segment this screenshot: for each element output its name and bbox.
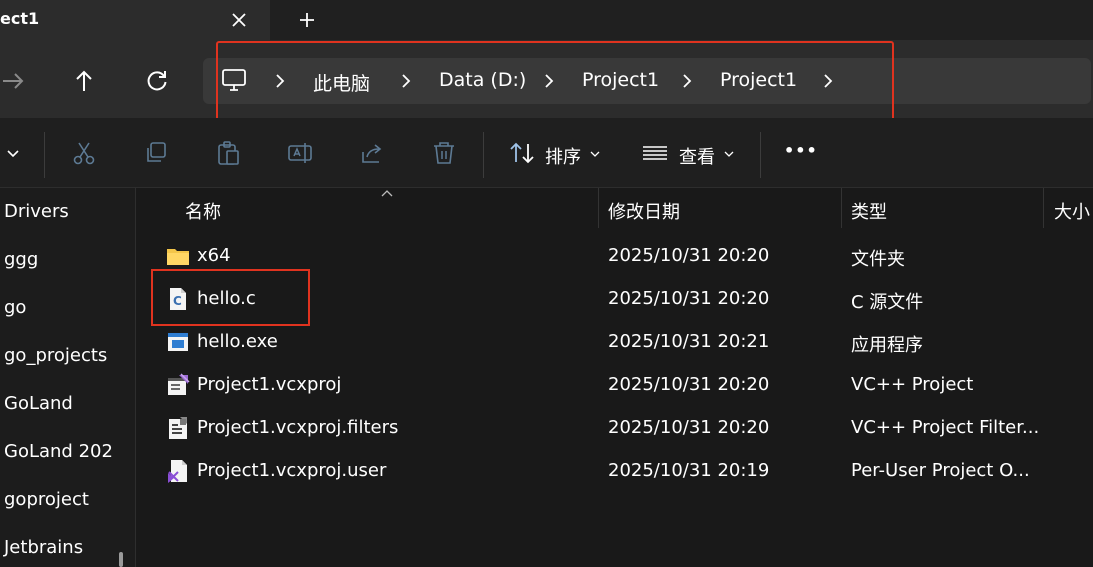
share-icon[interactable] (359, 140, 385, 166)
view-dropdown-chevron-icon[interactable] (724, 150, 734, 158)
file-type: 应用程序 (851, 335, 923, 356)
view-label[interactable]: 查看 (679, 143, 715, 169)
vcxproj-file-icon (166, 373, 190, 397)
new-tab-icon[interactable] (296, 9, 318, 31)
forward-arrow-icon[interactable] (0, 67, 28, 95)
sort-label[interactable]: 排序 (545, 143, 581, 169)
up-arrow-icon[interactable] (70, 67, 98, 95)
address-highlight-box (216, 41, 894, 121)
sidebar-item-go[interactable]: go (4, 297, 26, 318)
column-header-name[interactable]: 名称 (185, 198, 221, 224)
file-name[interactable]: Project1.vcxproj.user (197, 460, 386, 481)
sort-ascending-caret-icon (381, 189, 393, 197)
refresh-icon[interactable] (143, 67, 171, 95)
sidebar-item-goproject[interactable]: goproject (4, 489, 89, 510)
sidebar-item-drivers[interactable]: Drivers (4, 201, 69, 222)
view-list-icon[interactable] (642, 140, 668, 166)
sidebar-item-jetbrains[interactable]: Jetbrains (4, 537, 83, 558)
sidebar-item-ggg[interactable]: ggg (4, 249, 38, 270)
file-modified: 2025/10/31 20:21 (608, 331, 770, 352)
cut-icon[interactable] (71, 140, 97, 166)
column-divider[interactable] (1043, 188, 1044, 228)
file-modified: 2025/10/31 20:19 (608, 460, 770, 481)
file-modified: 2025/10/31 20:20 (608, 288, 770, 309)
close-tab-icon[interactable] (228, 9, 250, 31)
rename-icon[interactable] (287, 140, 313, 166)
sidebar-item-goland[interactable]: GoLand (4, 393, 73, 414)
more-options-button[interactable]: ••• (784, 141, 818, 160)
file-type: 文件夹 (851, 249, 905, 270)
file-modified: 2025/10/31 20:20 (608, 374, 770, 395)
copy-icon[interactable] (143, 140, 169, 166)
sort-dropdown-chevron-icon[interactable] (590, 150, 600, 158)
file-type: VC++ Project Filter... (851, 417, 1040, 438)
folder-icon (166, 244, 190, 268)
tab-title: ect1 (0, 9, 40, 28)
file-type: VC++ Project (851, 374, 974, 395)
toolbar-divider (44, 132, 45, 178)
filters-file-icon (166, 416, 190, 440)
toolbar-divider (483, 132, 484, 178)
sidebar-item-go-projects[interactable]: go_projects (4, 345, 107, 366)
toolbar-divider (760, 132, 761, 178)
column-header-type[interactable]: 类型 (851, 198, 887, 224)
file-modified: 2025/10/31 20:20 (608, 417, 770, 438)
sidebar-item-goland-202[interactable]: GoLand 202 (4, 441, 113, 462)
file-modified: 2025/10/31 20:20 (608, 245, 770, 266)
navigation-pane (0, 188, 136, 567)
exe-file-icon (166, 330, 190, 354)
column-header-size[interactable]: 大小 (1054, 198, 1090, 224)
sort-icon[interactable] (509, 140, 535, 166)
file-name[interactable]: x64 (197, 245, 231, 266)
delete-icon[interactable] (431, 140, 457, 166)
file-type: C 源文件 (851, 292, 924, 313)
column-header-modified[interactable]: 修改日期 (608, 198, 680, 224)
sidebar-scrollbar[interactable] (119, 552, 123, 567)
file-name[interactable]: Project1.vcxproj (197, 374, 341, 395)
paste-icon[interactable] (215, 140, 241, 166)
column-divider[interactable] (598, 188, 599, 228)
file-name[interactable]: hello.exe (197, 331, 278, 352)
vs-user-file-icon (166, 459, 190, 483)
file-name[interactable]: Project1.vcxproj.filters (197, 417, 398, 438)
new-dropdown-chevron-icon[interactable] (6, 148, 20, 160)
file-type: Per-User Project O... (851, 460, 1030, 481)
file-highlight-box (151, 269, 310, 326)
column-divider[interactable] (841, 188, 842, 228)
